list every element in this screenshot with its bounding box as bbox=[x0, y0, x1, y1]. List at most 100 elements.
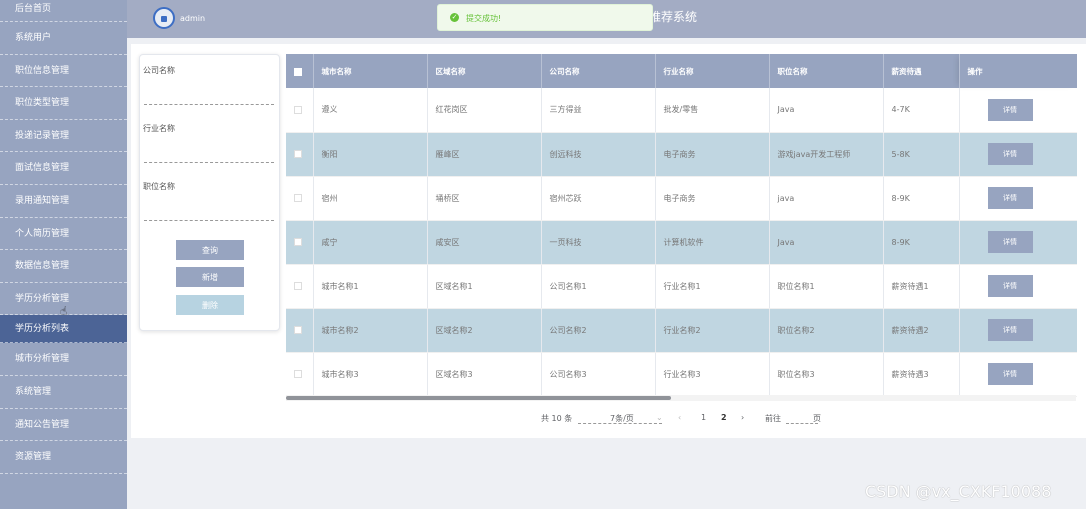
table-row[interactable]: 城市名称3 区域名称3 公司名称3 行业名称3 职位名称3 薪资待遇3 详情 bbox=[286, 352, 1077, 397]
row-select-cell bbox=[286, 264, 314, 309]
chevron-down-icon: ⌄ bbox=[656, 413, 663, 422]
column-header[interactable]: 区域名称 bbox=[427, 54, 542, 88]
row-checkbox[interactable] bbox=[294, 326, 302, 334]
detail-button[interactable]: 详情 bbox=[987, 143, 1033, 165]
table-cell: 公司名称3 bbox=[541, 352, 656, 397]
sidebar-item[interactable]: 城市分析管理 bbox=[0, 343, 127, 376]
actions-cell: 详情 bbox=[959, 176, 1077, 221]
row-select-cell bbox=[286, 176, 314, 221]
sidebar-item[interactable]: 系统管理 bbox=[0, 376, 127, 409]
table-cell: 三方得益 bbox=[541, 88, 656, 133]
select-all-checkbox[interactable] bbox=[294, 67, 302, 76]
sidebar-item[interactable]: 投递记录管理 bbox=[0, 120, 127, 153]
column-header[interactable]: 公司名称 bbox=[541, 54, 656, 88]
prev-page-icon[interactable]: ‹ bbox=[678, 413, 681, 422]
actions-cell: 详情 bbox=[959, 132, 1077, 177]
add-button[interactable]: 新增 bbox=[176, 267, 244, 287]
detail-button[interactable]: 详情 bbox=[987, 275, 1033, 297]
horizontal-scrollbar[interactable] bbox=[286, 395, 1076, 401]
column-header[interactable]: 薪资待遇 bbox=[883, 54, 960, 88]
detail-button[interactable]: 详情 bbox=[987, 187, 1033, 209]
scrollbar-thumb[interactable] bbox=[286, 396, 671, 400]
table-cell: 宿州 bbox=[313, 176, 428, 221]
row-checkbox[interactable] bbox=[294, 370, 302, 378]
table-header-row: 城市名称 区域名称 公司名称 行业名称 职位名称 薪资待遇 操作 bbox=[286, 54, 1077, 88]
table-cell: 职位名称1 bbox=[769, 264, 884, 309]
table-cell: Java bbox=[769, 88, 884, 133]
detail-button[interactable]: 详情 bbox=[987, 363, 1033, 385]
sidebar-item[interactable]: 职位类型管理 bbox=[0, 87, 127, 120]
table-cell: 咸宁 bbox=[313, 220, 428, 265]
table-row[interactable]: 城市名称2 区域名称2 公司名称2 行业名称2 职位名称2 薪资待遇2 详情 bbox=[286, 308, 1077, 353]
table-row[interactable]: 咸宁 咸安区 一页科技 计算机软件 Java 8-9K 详情 bbox=[286, 220, 1077, 265]
sidebar-item[interactable]: 个人简历管理 bbox=[0, 218, 127, 251]
column-header[interactable]: 行业名称 bbox=[655, 54, 770, 88]
sidebar-item[interactable]: 面试信息管理 bbox=[0, 152, 127, 185]
row-checkbox[interactable] bbox=[294, 238, 302, 246]
industry-label: 行业名称 bbox=[143, 124, 175, 133]
detail-button[interactable]: 详情 bbox=[987, 98, 1033, 121]
table-cell: 游戏java开发工程师 bbox=[769, 132, 884, 177]
table-cell: 创远科技 bbox=[541, 132, 656, 177]
sidebar-item[interactable]: 职位信息管理 bbox=[0, 55, 127, 88]
sidebar-item[interactable]: 录用通知管理 bbox=[0, 185, 127, 218]
column-header[interactable]: 职位名称 bbox=[769, 54, 884, 88]
page-suffix: 页 bbox=[813, 414, 821, 423]
detail-button[interactable]: 详情 bbox=[987, 231, 1033, 253]
table-cell: java bbox=[769, 176, 884, 221]
position-input[interactable] bbox=[144, 207, 274, 221]
table-cell: 一页科技 bbox=[541, 220, 656, 265]
page-number[interactable]: 2 bbox=[721, 413, 727, 422]
table-cell: 公司名称2 bbox=[541, 308, 656, 353]
column-header[interactable]: 城市名称 bbox=[313, 54, 428, 88]
sidebar-item[interactable]: 系统用户 bbox=[0, 22, 127, 55]
company-input[interactable] bbox=[144, 91, 274, 105]
row-select-cell bbox=[286, 132, 314, 177]
table-cell: 薪资待遇3 bbox=[883, 352, 960, 397]
row-select-cell bbox=[286, 88, 314, 133]
table-row[interactable]: 城市名称1 区域名称1 公司名称1 行业名称1 职位名称1 薪资待遇1 详情 bbox=[286, 264, 1077, 309]
table-cell: 区域名称2 bbox=[427, 308, 542, 353]
sidebar-item[interactable]: 学历分析列表 bbox=[0, 315, 127, 344]
table-cell: 雁峰区 bbox=[427, 132, 542, 177]
actions-cell: 详情 bbox=[959, 308, 1077, 353]
watermark: CSDN @vx_CXKF10088 bbox=[865, 482, 1052, 501]
table-cell: 计算机软件 bbox=[655, 220, 770, 265]
table-cell: 区域名称3 bbox=[427, 352, 542, 397]
row-checkbox[interactable] bbox=[294, 150, 302, 158]
next-page-icon[interactable]: › bbox=[741, 413, 744, 422]
table-cell: 职位名称3 bbox=[769, 352, 884, 397]
admin-avatar-icon[interactable] bbox=[153, 7, 175, 29]
table-cell: 8-9K bbox=[883, 176, 960, 221]
delete-button[interactable]: 删除 bbox=[176, 295, 244, 315]
table-cell: 城市名称2 bbox=[313, 308, 428, 353]
table-row[interactable]: 宿州 埇桥区 宿州芯跃 电子商务 java 8-9K 详情 bbox=[286, 176, 1077, 221]
row-checkbox[interactable] bbox=[294, 282, 302, 290]
page-number[interactable]: 1 bbox=[701, 413, 706, 422]
actions-cell: 详情 bbox=[959, 220, 1077, 265]
sidebar-item[interactable]: 资源管理 bbox=[0, 441, 127, 474]
toast-message: 提交成功! bbox=[466, 14, 502, 23]
sidebar-item[interactable]: 后台首页 bbox=[0, 0, 127, 22]
goto-label: 前往 bbox=[765, 414, 781, 423]
actions-cell: 详情 bbox=[959, 88, 1077, 133]
sidebar-item[interactable]: 数据信息管理 bbox=[0, 250, 127, 283]
industry-input[interactable] bbox=[144, 149, 274, 163]
table-cell: 区域名称1 bbox=[427, 264, 542, 309]
table-row[interactable]: 衡阳 雁峰区 创远科技 电子商务 游戏java开发工程师 5-8K 详情 bbox=[286, 132, 1077, 177]
table-cell: 宿州芯跃 bbox=[541, 176, 656, 221]
table-row[interactable]: 遵义 红花岗区 三方得益 批发/零售 Java 4-7K 详情 bbox=[286, 88, 1077, 133]
table-cell: 咸安区 bbox=[427, 220, 542, 265]
row-checkbox[interactable] bbox=[294, 194, 302, 202]
table-cell: Java bbox=[769, 220, 884, 265]
username[interactable]: admin bbox=[180, 14, 205, 23]
table-cell: 4-7K bbox=[883, 88, 960, 133]
table-cell: 行业名称2 bbox=[655, 308, 770, 353]
row-checkbox[interactable] bbox=[294, 105, 302, 114]
query-button[interactable]: 查询 bbox=[176, 240, 244, 260]
page-size-select[interactable]: 7条/页 ⌄ bbox=[578, 410, 663, 424]
detail-button[interactable]: 详情 bbox=[987, 319, 1033, 341]
table-cell: 行业名称3 bbox=[655, 352, 770, 397]
sidebar-item[interactable]: 通知公告管理 bbox=[0, 409, 127, 442]
table-cell: 薪资待遇1 bbox=[883, 264, 960, 309]
